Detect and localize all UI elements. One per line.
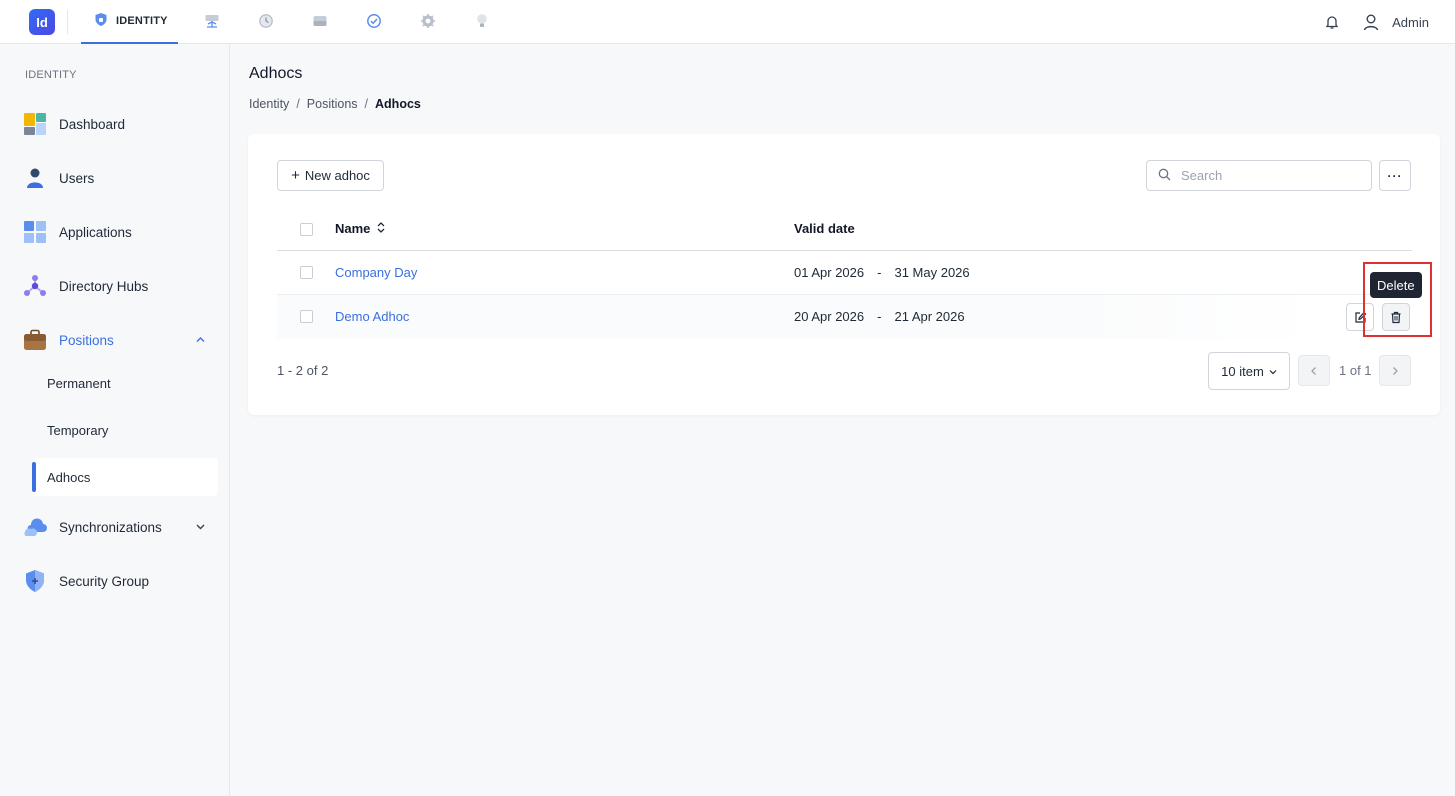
page-indicator: 1 of 1 — [1339, 363, 1372, 378]
sidebar-item-dashboard[interactable]: Dashboard — [22, 106, 218, 142]
logo-text: Id — [36, 14, 48, 30]
chevron-up-icon — [195, 334, 206, 345]
row-checkbox[interactable] — [300, 266, 313, 279]
sidebar-item-label: Positions — [59, 332, 114, 348]
end-date: 31 May 2026 — [894, 265, 970, 280]
divider — [67, 10, 68, 34]
search-icon — [1158, 168, 1171, 184]
new-adhoc-button[interactable]: + New adhoc — [277, 160, 384, 191]
adhocs-card: + New adhoc ··· Name Valid date Company … — [248, 134, 1440, 415]
more-options-button[interactable]: ··· — [1379, 160, 1411, 191]
end-date: 21 Apr 2026 — [894, 309, 965, 324]
sidebar-item-label: Users — [59, 170, 95, 186]
sidebar-item-label: Security Group — [59, 573, 150, 589]
briefcase-icon — [22, 327, 48, 353]
chevron-down-icon — [1269, 364, 1277, 379]
breadcrumb-item-positions[interactable]: Positions — [307, 97, 358, 111]
more-icon: ··· — [1387, 168, 1403, 183]
sidebar-item-label: Synchronizations — [59, 519, 162, 535]
chevron-down-icon — [195, 521, 206, 532]
page-size-value: 10 item — [1221, 363, 1264, 379]
chevron-right-icon — [1393, 366, 1398, 375]
start-date: 20 Apr 2026 — [794, 309, 865, 324]
chevron-left-icon — [1311, 366, 1316, 375]
sort-icon[interactable] — [377, 221, 385, 236]
cloud-sync-icon — [22, 514, 48, 540]
tab-identity[interactable]: IDENTITY — [81, 0, 178, 44]
app-logo[interactable]: Id — [29, 9, 55, 35]
sidebar-subitem-temporary[interactable]: Temporary — [32, 411, 218, 449]
prev-page-button[interactable] — [1298, 355, 1330, 386]
settings-icon[interactable] — [419, 12, 437, 30]
bell-icon[interactable] — [1324, 14, 1340, 30]
user-icon — [22, 165, 48, 191]
breadcrumb: Identity / Positions / Adhocs — [249, 97, 421, 111]
pagination-summary: 1 - 2 of 2 — [277, 363, 329, 378]
column-header-valid-date: Valid date — [794, 221, 855, 236]
breadcrumb-separator: / — [364, 97, 369, 111]
table-row: Company Day 01 Apr 2026 - 31 May 2026 — [277, 251, 1412, 295]
page-title: Adhocs — [249, 65, 303, 82]
sidebar-item-label: Dashboard — [59, 116, 126, 132]
shield-icon — [94, 12, 108, 30]
breadcrumb-item-identity[interactable]: Identity — [249, 97, 289, 111]
top-bar: Id IDENTITY Admin — [0, 0, 1455, 44]
breadcrumb-item-current: Adhocs — [375, 97, 421, 111]
delete-tooltip: Delete — [1370, 272, 1422, 298]
sidebar-item-label: Applications — [59, 224, 132, 240]
start-date: 01 Apr 2026 — [794, 265, 865, 280]
valid-date-cell: 01 Apr 2026 - 31 May 2026 — [794, 265, 970, 280]
sidebar-subitem-adhocs[interactable]: Adhocs — [32, 458, 218, 496]
check-circle-icon[interactable] — [365, 12, 383, 30]
sidebar-item-users[interactable]: Users — [22, 160, 218, 196]
plus-icon: + — [291, 167, 300, 184]
sidebar: IDENTITY Dashboard Users Applications Di… — [0, 44, 230, 796]
sidebar-subitem-permanent[interactable]: Permanent — [32, 364, 218, 402]
next-page-button[interactable] — [1379, 355, 1411, 386]
search-input[interactable] — [1181, 168, 1351, 183]
sidebar-item-applications[interactable]: Applications — [22, 214, 218, 250]
column-header-name[interactable]: Name — [335, 221, 385, 236]
history-icon[interactable] — [257, 12, 275, 30]
sidebar-section-title: IDENTITY — [25, 69, 77, 81]
applications-icon — [22, 219, 48, 245]
date-separator: - — [877, 309, 882, 324]
adhoc-name-link[interactable]: Company Day — [335, 265, 417, 280]
new-adhoc-label: New adhoc — [304, 168, 370, 183]
page-size-select[interactable]: 10 item — [1208, 352, 1290, 390]
tab-identity-label: IDENTITY — [116, 15, 168, 27]
sidebar-item-positions[interactable]: Positions — [22, 322, 218, 358]
table-row: Demo Adhoc 20 Apr 2026 - 21 Apr 2026 — [277, 295, 1412, 339]
valid-date-cell: 20 Apr 2026 - 21 Apr 2026 — [794, 309, 965, 324]
row-checkbox[interactable] — [300, 310, 313, 323]
column-header-label: Name — [335, 221, 371, 236]
shield-icon — [22, 568, 48, 594]
directory-hub-icon — [22, 273, 48, 299]
lightbulb-icon[interactable] — [473, 12, 491, 30]
breadcrumb-separator: / — [296, 97, 300, 111]
sidebar-item-label: Directory Hubs — [59, 278, 149, 294]
date-separator: - — [877, 265, 882, 280]
user-avatar-icon[interactable] — [1362, 13, 1380, 31]
server-icon[interactable] — [311, 12, 329, 30]
sidebar-subitem-label: Adhocs — [47, 469, 91, 485]
adhoc-name-link[interactable]: Demo Adhoc — [335, 309, 409, 324]
sidebar-item-security-group[interactable]: Security Group — [22, 563, 218, 599]
sidebar-item-directory-hubs[interactable]: Directory Hubs — [22, 268, 218, 304]
monitor-icon[interactable] — [203, 12, 221, 30]
dashboard-icon — [22, 111, 48, 137]
select-all-checkbox[interactable] — [300, 223, 313, 236]
sidebar-item-synchronizations[interactable]: Synchronizations — [22, 509, 218, 545]
search-box[interactable] — [1146, 160, 1372, 191]
table-header: Name Valid date — [277, 208, 1412, 251]
user-name[interactable]: Admin — [1392, 15, 1429, 30]
